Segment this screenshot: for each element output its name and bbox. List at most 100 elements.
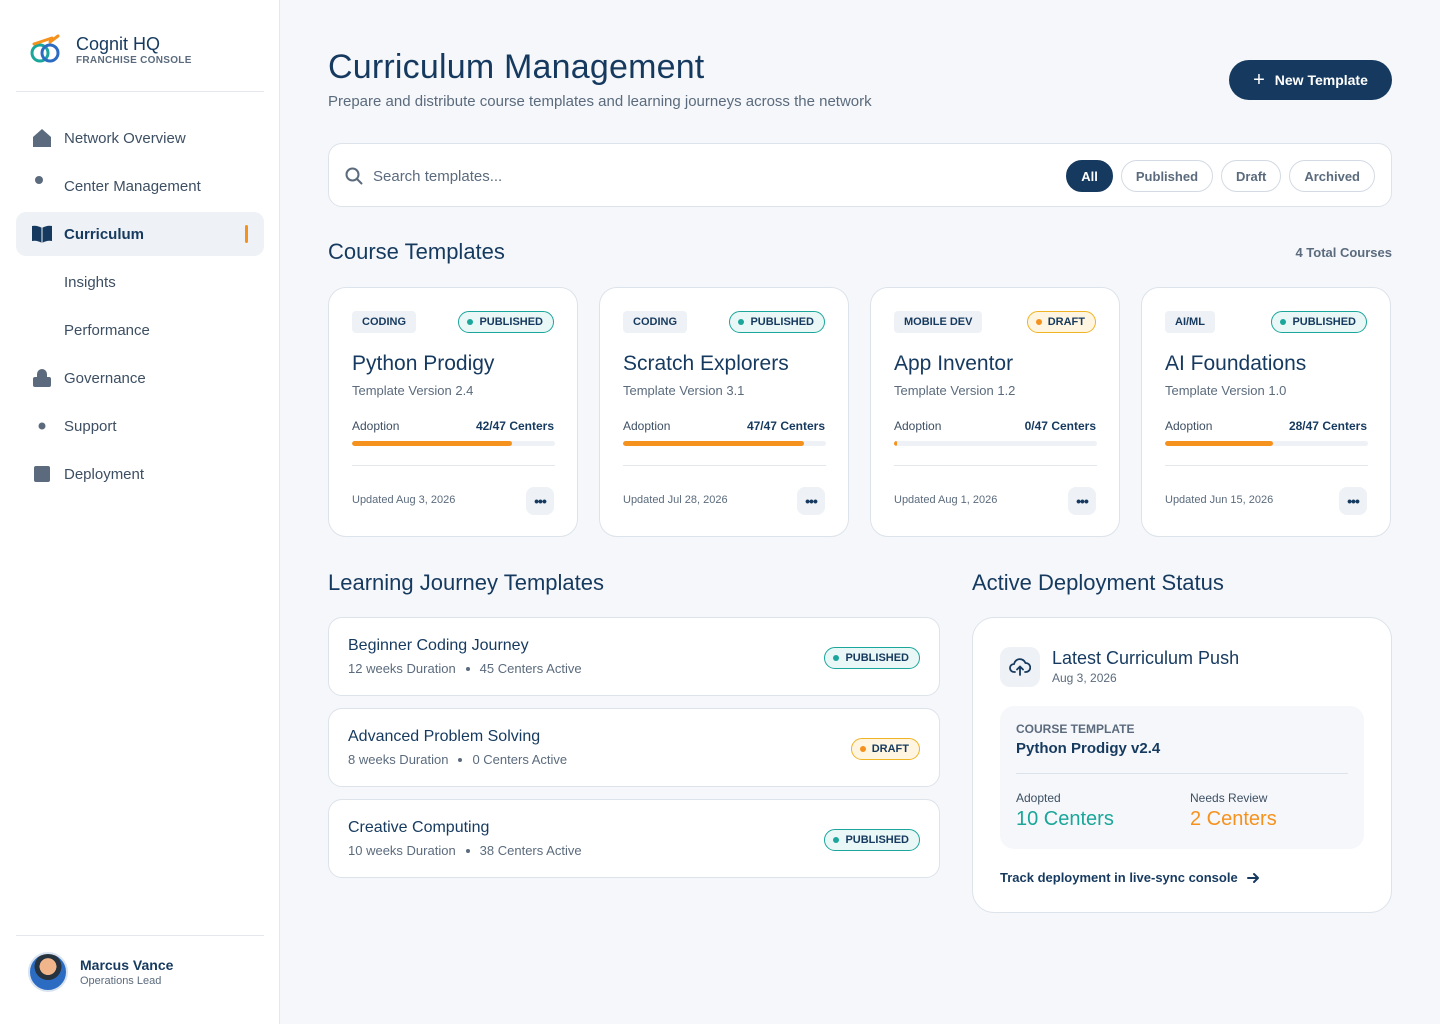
sidebar: Cognit HQ FRANCHISE CONSOLE Network Over… [0, 0, 280, 1024]
search-input[interactable] [373, 162, 873, 190]
needs-review-value: 2 Centers [1190, 808, 1277, 830]
adopted-value: 10 Centers [1016, 808, 1114, 830]
adoption-progress-fill [1165, 441, 1273, 446]
status-dot-icon [1280, 319, 1287, 325]
journey-templates-title: Learning Journey Templates [328, 570, 604, 595]
status-badge: PUBLISHED [458, 311, 554, 333]
brand-subtitle: FRANCHISE CONSOLE [76, 54, 192, 66]
total-courses: 4 Total Courses [1295, 245, 1392, 260]
journey-meta: 12 weeks Duration 45 Centers Active [348, 661, 582, 676]
page-title: Curriculum Management [328, 48, 705, 86]
adopted-label: Adopted [1016, 791, 1061, 805]
course-card[interactable]: MOBILE DEV DRAFT App Inventor Template V… [870, 287, 1120, 537]
journey-item[interactable]: Beginner Coding Journey 12 weeks Duratio… [328, 617, 940, 696]
separator-dot-icon [458, 757, 463, 762]
course-card[interactable]: CODING PUBLISHED Scratch Explorers Templ… [599, 287, 849, 537]
sidebar-item-insights[interactable]: Insights [16, 260, 264, 304]
user-profile[interactable]: Marcus Vance Operations Lead [28, 952, 173, 992]
updated-date: Updated Jul 28, 2026 [623, 494, 728, 506]
status-dot-icon [833, 655, 840, 661]
more-options-button[interactable]: ••• [526, 487, 554, 515]
filter-draft[interactable]: Draft [1221, 160, 1282, 192]
status-badge: PUBLISHED [729, 311, 825, 333]
active-indicator [245, 225, 248, 243]
home-icon [33, 129, 51, 147]
cloud-upload-icon [1000, 647, 1040, 687]
sidebar-item-deployment[interactable]: Deployment [16, 452, 264, 496]
sidebar-divider [16, 91, 264, 92]
journey-item[interactable]: Advanced Problem Solving 8 weeks Duratio… [328, 708, 940, 787]
course-tag: CODING [623, 311, 687, 333]
status-dot-icon [833, 837, 840, 843]
course-version: Template Version 1.2 [894, 383, 1016, 398]
journey-item[interactable]: Creative Computing 10 weeks Duration 38 … [328, 799, 940, 878]
journey-duration: 8 weeks Duration [348, 752, 449, 767]
journey-meta: 10 weeks Duration 38 Centers Active [348, 843, 582, 858]
course-name: AI Foundations [1165, 352, 1307, 375]
more-options-button[interactable]: ••• [1068, 487, 1096, 515]
plus-icon: + [1253, 69, 1265, 91]
adoption-label: Adoption [623, 419, 671, 433]
filter-published[interactable]: Published [1120, 160, 1214, 192]
card-divider [623, 465, 826, 466]
sidebar-item-governance[interactable]: Governance [16, 356, 264, 400]
adoption-progress-fill [894, 441, 898, 446]
updated-date: Updated Aug 3, 2026 [352, 494, 456, 506]
deployment-summary: COURSE TEMPLATE Python Prodigy v2.4 Adop… [1000, 706, 1364, 849]
new-template-button[interactable]: + New Template [1229, 60, 1392, 100]
filter-archived[interactable]: Archived [1289, 160, 1375, 192]
course-name: Scratch Explorers [623, 352, 789, 375]
updated-date: Updated Aug 1, 2026 [894, 494, 998, 506]
course-card[interactable]: CODING PUBLISHED Python Prodigy Template… [328, 287, 578, 537]
status-dot-icon [738, 319, 745, 325]
track-deployment-link[interactable]: Track deployment in live-sync console [1000, 870, 1260, 885]
filter-all[interactable]: All [1066, 160, 1113, 192]
arrow-right-icon [1246, 872, 1259, 883]
card-divider [1165, 465, 1368, 466]
sidebar-item-network-overview[interactable]: Network Overview [16, 116, 264, 160]
user-name: Marcus Vance [80, 957, 174, 973]
journey-duration: 12 weeks Duration [348, 661, 456, 676]
separator-dot-icon [465, 848, 470, 853]
course-template-label: COURSE TEMPLATE [1016, 722, 1135, 736]
user-role: Operations Lead [80, 975, 162, 987]
brand[interactable]: Cognit HQ FRANCHISE CONSOLE [28, 32, 192, 66]
course-tag: CODING [352, 311, 416, 333]
separator-dot-icon [465, 666, 470, 671]
status-label: PUBLISHED [845, 834, 909, 846]
adoption-label: Adoption [1165, 419, 1213, 433]
journey-active-centers: 38 Centers Active [479, 843, 582, 858]
status-badge: DRAFT [1026, 311, 1096, 333]
status-label: DRAFT [871, 743, 909, 755]
course-card[interactable]: AI/ML PUBLISHED AI Foundations Template … [1141, 287, 1391, 537]
sidebar-item-label: Curriculum [64, 225, 145, 243]
journey-active-centers: 45 Centers Active [479, 661, 582, 676]
sidebar-item-label: Deployment [64, 465, 145, 483]
status-badge: DRAFT [850, 738, 920, 760]
sidebar-item-performance[interactable]: Performance [16, 308, 264, 352]
lock-icon [33, 369, 51, 387]
card-divider [352, 465, 555, 466]
sidebar-item-support[interactable]: Support [16, 404, 264, 448]
dot-icon [38, 422, 46, 430]
more-options-button[interactable]: ••• [1339, 487, 1367, 515]
journey-duration: 10 weeks Duration [348, 843, 456, 858]
dot-icon [35, 176, 43, 184]
needs-review-label: Needs Review [1190, 791, 1268, 805]
course-version: Template Version 1.0 [1165, 383, 1287, 398]
deployment-status-title: Active Deployment Status [972, 570, 1224, 595]
adoption-progress-fill [352, 441, 513, 446]
sidebar-item-center-management[interactable]: Center Management [16, 164, 264, 208]
status-badge: PUBLISHED [824, 647, 920, 669]
sidebar-item-curriculum[interactable]: Curriculum [16, 212, 264, 256]
more-options-button[interactable]: ••• [797, 487, 825, 515]
course-version: Template Version 2.4 [352, 383, 474, 398]
course-tag: MOBILE DEV [894, 311, 983, 333]
journey-name: Advanced Problem Solving [348, 728, 541, 745]
status-dot-icon [467, 319, 474, 325]
sidebar-item-label: Governance [64, 369, 146, 387]
sidebar-item-label: Support [64, 417, 117, 435]
square-icon [34, 466, 50, 482]
status-dot-icon [859, 746, 866, 752]
adoption-progress-fill [623, 441, 804, 446]
